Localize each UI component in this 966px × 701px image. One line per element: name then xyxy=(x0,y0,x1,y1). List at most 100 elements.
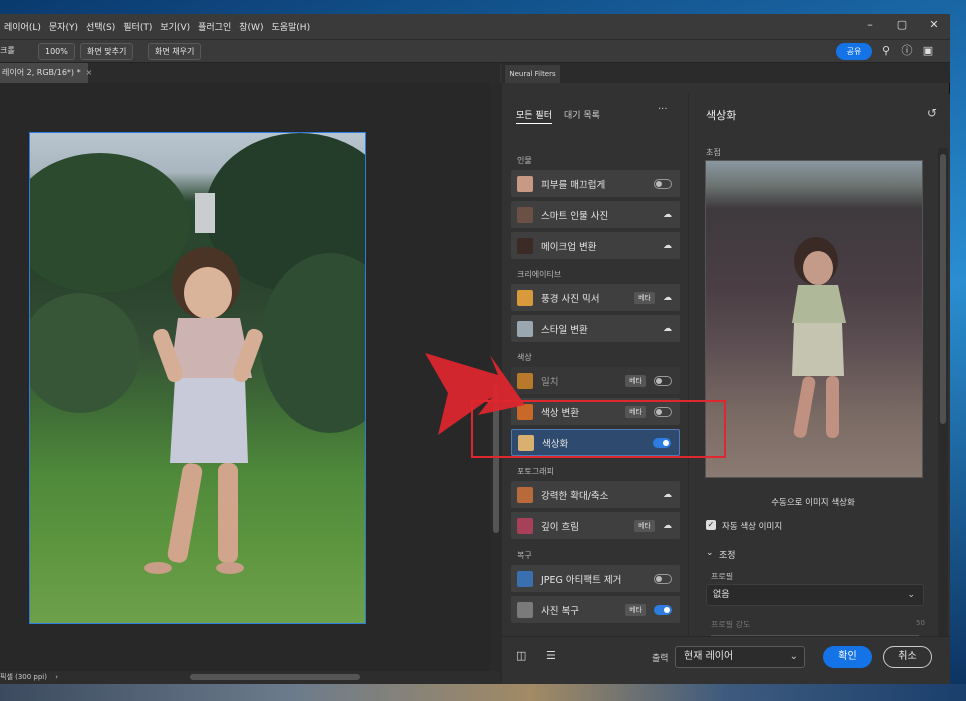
beta-badge: 베타 xyxy=(625,603,646,616)
maximize-button[interactable]: ▢ xyxy=(886,14,918,39)
document-tab[interactable]: 레이어 2, RGB/16*) * × xyxy=(0,63,92,83)
menu-window[interactable]: 창(W) xyxy=(235,20,267,33)
cloud-download-icon[interactable]: ☁ xyxy=(663,210,672,220)
auto-color-label: 자동 색상 이미지 xyxy=(722,522,783,532)
chevron-down-icon: ⌄ xyxy=(907,590,915,600)
filter-thumbnail xyxy=(517,289,533,306)
more-options-icon[interactable]: ··· xyxy=(658,104,668,115)
desktop-background xyxy=(0,684,966,701)
profile-label: 프로필 xyxy=(711,572,734,581)
options-bar: 크롤 100% 화면 맞추기 화면 채우기 공유 ⚲ ⓘ ▣ xyxy=(0,39,950,63)
status-bar: 픽셀 (300 ppi) › xyxy=(0,671,500,684)
workspace-icon[interactable]: ▣ xyxy=(921,44,935,58)
filter-row[interactable]: 깊이 흐림 베타 ☁ xyxy=(511,512,680,539)
filter-name: JPEG 아티팩트 제거 xyxy=(541,574,622,586)
category-creative: 크리에이티브 xyxy=(517,270,562,279)
filter-thumbnail xyxy=(517,320,533,337)
chevron-down-icon: ⌄ xyxy=(789,651,798,662)
filter-toggle[interactable] xyxy=(654,178,672,189)
cloud-download-icon[interactable]: ☁ xyxy=(663,241,672,251)
window-controls: – ▢ ✕ xyxy=(854,14,950,39)
fill-screen-button[interactable]: 화면 채우기 xyxy=(148,43,202,60)
filter-toggle[interactable] xyxy=(654,375,672,386)
close-tab-icon[interactable]: × xyxy=(86,68,93,77)
confirm-button[interactable]: 확인 xyxy=(823,646,872,668)
filter-row[interactable]: JPEG 아티팩트 제거 xyxy=(511,565,680,592)
profile-value: 없음 xyxy=(713,590,730,600)
beta-badge: 베타 xyxy=(625,374,646,387)
filter-thumbnail xyxy=(517,570,533,587)
preview-caption: 수동으로 이미지 색상화 xyxy=(771,498,855,508)
profile-strength-label: 프로필 강도 xyxy=(711,620,751,629)
menu-type[interactable]: 문자(Y) xyxy=(45,20,82,33)
layers-icon[interactable]: ☰ xyxy=(546,649,556,662)
filter-thumbnail xyxy=(517,237,533,254)
preview-illustration xyxy=(792,237,846,438)
filter-name: 깊이 흐림 xyxy=(541,521,579,533)
zoom-100-button[interactable]: 100% xyxy=(38,43,75,60)
neural-filters-footer: ◫ ☰ 출력 현재 레이어 ⌄ 확인 취소 xyxy=(502,636,950,684)
preview-image[interactable] xyxy=(705,160,923,478)
tab-all-filters[interactable]: 모든 필터 xyxy=(516,108,552,124)
child-photo-illustration xyxy=(30,133,365,574)
share-button[interactable]: 공유 xyxy=(836,43,872,60)
filter-row[interactable]: 스마트 인물 사진 ☁ xyxy=(511,201,680,228)
filter-row[interactable]: 사진 복구 베타 xyxy=(511,596,680,623)
neural-filters-tab[interactable]: Neural Filters xyxy=(505,65,560,83)
tool-label: 크롤 xyxy=(0,46,15,55)
filter-row[interactable]: 강력한 확대/축소 ☁ xyxy=(511,481,680,508)
filter-row[interactable]: 피부를 매끄럽게 xyxy=(511,170,680,197)
filter-row[interactable]: 메이크업 변환 ☁ xyxy=(511,232,680,259)
cloud-download-icon[interactable]: ☁ xyxy=(663,521,672,531)
output-dropdown[interactable]: 현재 레이어 ⌄ xyxy=(675,646,805,668)
detail-scroll-thumb[interactable] xyxy=(940,154,946,424)
compare-icon[interactable]: ◫ xyxy=(516,649,526,662)
cloud-download-icon[interactable]: ☁ xyxy=(663,490,672,500)
detail-title: 색상화 xyxy=(706,109,737,122)
category-restore: 복구 xyxy=(517,551,532,560)
adjust-chevron-icon[interactable]: ⌄ xyxy=(706,548,714,558)
filter-name: 풍경 사진 믹서 xyxy=(541,293,600,305)
status-arrow-icon[interactable]: › xyxy=(55,673,58,681)
canvas-area[interactable] xyxy=(0,83,490,671)
menu-select[interactable]: 선택(S) xyxy=(82,20,119,33)
filter-name: 사진 복구 xyxy=(541,605,579,617)
menu-plugins[interactable]: 플러그인 xyxy=(194,20,235,33)
filter-thumbnail xyxy=(517,486,533,503)
filter-thumbnail xyxy=(517,517,533,534)
menu-bar: 레이어(L) 문자(Y) 선택(S) 필터(T) 보기(V) 플러그인 창(W)… xyxy=(0,14,950,39)
profile-dropdown[interactable]: 없음 ⌄ xyxy=(706,584,924,606)
fit-screen-button[interactable]: 화면 맞추기 xyxy=(80,43,134,60)
filter-toggle[interactable] xyxy=(654,604,672,615)
category-photography: 포토그래피 xyxy=(517,467,554,476)
cloud-download-icon[interactable]: ☁ xyxy=(663,293,672,303)
tab-wait-list[interactable]: 대기 목록 xyxy=(564,108,600,124)
search-icon[interactable]: ⚲ xyxy=(879,44,893,58)
document-tab-title: 레이어 2, RGB/16*) * xyxy=(2,68,81,77)
filter-toggle[interactable] xyxy=(654,573,672,584)
filter-name: 피부를 매끄럽게 xyxy=(541,179,606,191)
filter-row[interactable]: 풍경 사진 믹서 베타 ☁ xyxy=(511,284,680,311)
menu-filter[interactable]: 필터(T) xyxy=(119,20,156,33)
filter-name: 스타일 변환 xyxy=(541,324,588,336)
menu-help[interactable]: 도움말(H) xyxy=(267,20,314,33)
cloud-download-icon[interactable]: ☁ xyxy=(663,324,672,334)
horizontal-scroll-thumb[interactable] xyxy=(190,674,360,680)
detail-scrollbar[interactable] xyxy=(938,148,948,638)
filter-row[interactable]: 일치 베타 xyxy=(511,367,680,394)
minimize-button[interactable]: – xyxy=(854,14,886,39)
menu-view[interactable]: 보기(V) xyxy=(156,20,194,33)
beta-badge: 베타 xyxy=(634,291,655,304)
menu-layer[interactable]: 레이어(L) xyxy=(0,20,45,33)
auto-color-checkbox[interactable]: ✓ xyxy=(706,520,716,530)
filter-thumbnail xyxy=(517,175,533,192)
output-value: 현재 레이어 xyxy=(684,651,734,662)
filter-name: 일치 xyxy=(541,376,559,388)
help-icon[interactable]: ⓘ xyxy=(900,44,914,58)
filter-thumbnail xyxy=(517,601,533,618)
cancel-button[interactable]: 취소 xyxy=(883,646,932,668)
status-resolution: 픽셀 (300 ppi) xyxy=(0,673,47,681)
reset-icon[interactable]: ↺ xyxy=(927,106,937,120)
filter-row[interactable]: 스타일 변환 ☁ xyxy=(511,315,680,342)
close-button[interactable]: ✕ xyxy=(918,14,950,39)
